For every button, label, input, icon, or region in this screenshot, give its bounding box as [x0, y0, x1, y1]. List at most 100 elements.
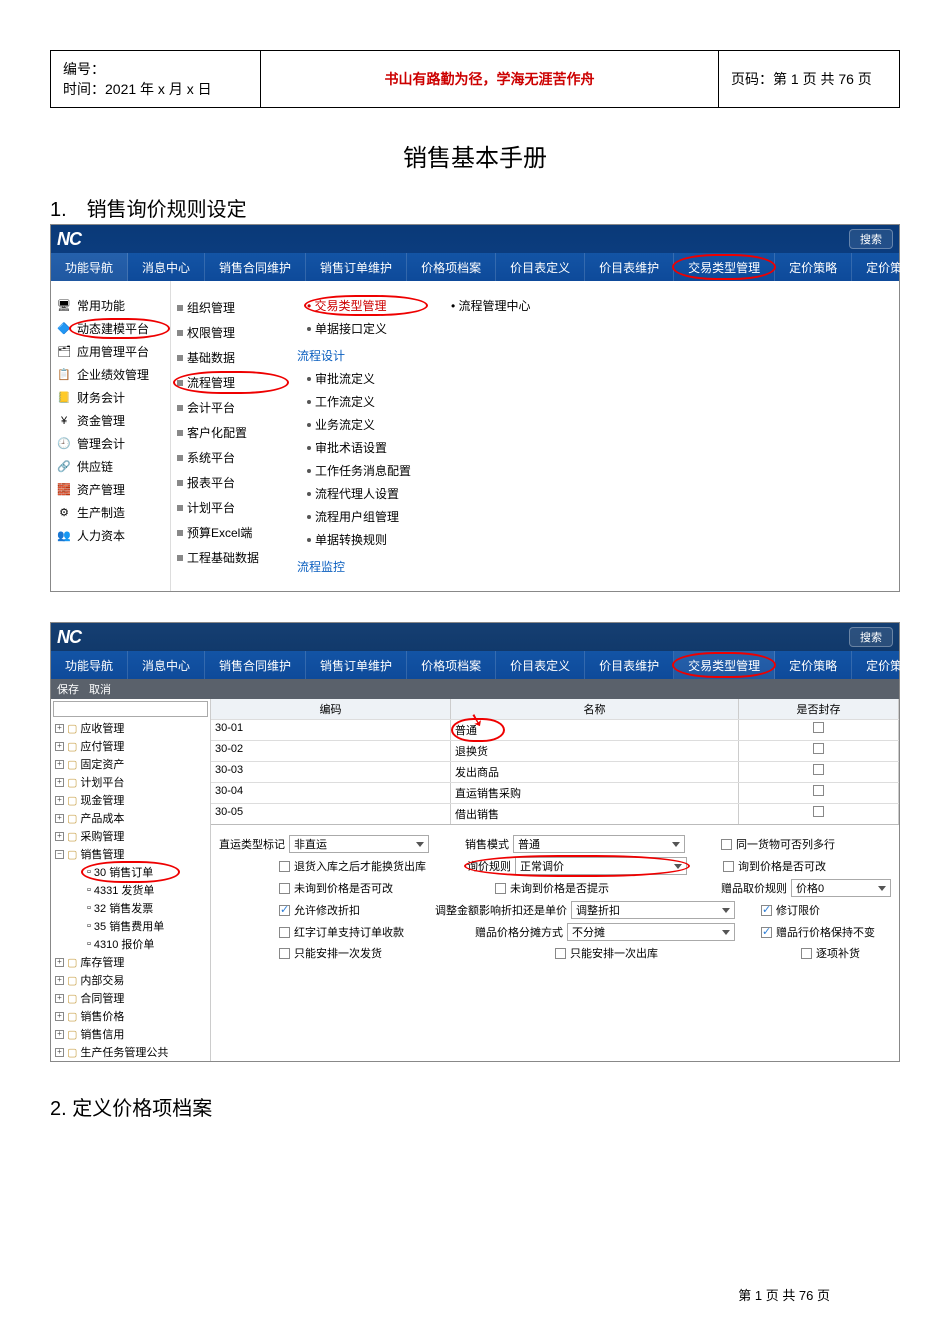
- field-direct-select[interactable]: 非直运: [289, 835, 429, 853]
- expand-icon[interactable]: +: [55, 778, 64, 787]
- menu-sys-platform[interactable]: 系统平台: [177, 449, 285, 466]
- tab-pricing-match[interactable]: 定价策略匹配设置: [852, 651, 950, 679]
- expand-icon[interactable]: +: [55, 760, 64, 769]
- tree-item[interactable]: +▢合同管理: [51, 989, 210, 1007]
- nav-mgmt-acct[interactable]: 🕘管理会计: [57, 435, 164, 452]
- checkbox-fix-price[interactable]: [761, 905, 772, 916]
- checkbox[interactable]: [813, 764, 824, 775]
- tree-item[interactable]: ▫35 销售费用单: [51, 917, 210, 935]
- checkbox-ask-modifiable[interactable]: [723, 861, 734, 872]
- cancel-button[interactable]: 取消: [89, 681, 111, 697]
- menu-task-msg[interactable]: 工作任务消息配置: [307, 462, 425, 479]
- tree-item[interactable]: +▢销售价格: [51, 1007, 210, 1025]
- tab-pricelist-maint[interactable]: 价目表维护: [585, 651, 674, 679]
- tree-item[interactable]: +▢销售信用: [51, 1025, 210, 1043]
- nav-production[interactable]: ⚙生产制造: [57, 504, 164, 521]
- grid-row[interactable]: 30-03 发出商品: [211, 761, 899, 782]
- menu-process-mgmt[interactable]: 流程管理: [177, 374, 285, 391]
- tab-contract[interactable]: 销售合同维护: [205, 253, 306, 281]
- menu-eng-data[interactable]: 工程基础数据: [177, 549, 285, 566]
- field-adjust-select[interactable]: 调整折扣: [571, 901, 735, 919]
- expand-icon[interactable]: +: [55, 814, 64, 823]
- expand-icon[interactable]: +: [55, 1030, 64, 1039]
- menu-basic-data[interactable]: 基础数据: [177, 349, 285, 366]
- checkbox-noask-modifiable[interactable]: [279, 883, 290, 894]
- tab-pricelist-def[interactable]: 价目表定义: [496, 253, 585, 281]
- tree-filter-input[interactable]: [53, 701, 208, 717]
- expand-icon[interactable]: +: [55, 976, 64, 985]
- save-button[interactable]: 保存: [57, 681, 79, 697]
- menu-budget-excel[interactable]: 预算Excel端: [177, 524, 285, 541]
- tab-msg-center[interactable]: 消息中心: [128, 651, 205, 679]
- menu-process-center[interactable]: • 流程管理中心: [451, 297, 879, 314]
- search-button[interactable]: 搜索: [849, 627, 893, 647]
- tree-item[interactable]: +▢固定资产: [51, 755, 210, 773]
- checkbox[interactable]: [813, 785, 824, 796]
- collapse-icon[interactable]: −: [55, 850, 64, 859]
- nav-supply-chain[interactable]: 🔗供应链: [57, 458, 164, 475]
- tree-item[interactable]: +▢生产任务管理公共: [51, 1043, 210, 1061]
- checkbox-sameitem[interactable]: [721, 839, 732, 850]
- expand-icon[interactable]: +: [55, 958, 64, 967]
- checkbox[interactable]: [813, 743, 824, 754]
- nav-common[interactable]: 🖥常用功能: [57, 297, 164, 314]
- checkbox[interactable]: [813, 806, 824, 817]
- tree-item[interactable]: +▢内部交易: [51, 971, 210, 989]
- menu-trans-type-mgmt[interactable]: • 交易类型管理: [307, 297, 425, 314]
- nav-perf[interactable]: 📋企业绩效管理: [57, 366, 164, 383]
- tab-pricelist-def[interactable]: 价目表定义: [496, 651, 585, 679]
- tab-pricing-strategy[interactable]: 定价策略: [775, 253, 852, 281]
- tab-pricing-match[interactable]: 定价策略匹配设置: [852, 253, 950, 281]
- menu-auth[interactable]: 权限管理: [177, 324, 285, 341]
- menu-usergroup[interactable]: 流程用户组管理: [307, 508, 425, 525]
- field-ask-rule-select[interactable]: 正常调价: [515, 857, 687, 875]
- menu-bizflow-def[interactable]: 业务流定义: [307, 416, 425, 433]
- expand-icon[interactable]: +: [55, 1012, 64, 1021]
- menu-acct-platform[interactable]: 会计平台: [177, 399, 285, 416]
- tree-item[interactable]: +▢应付管理: [51, 737, 210, 755]
- checkbox-allow-discount[interactable]: [279, 905, 290, 916]
- field-mode-select[interactable]: 普通: [513, 835, 685, 853]
- menu-workflow-def[interactable]: 工作流定义: [307, 393, 425, 410]
- tab-price-archive[interactable]: 价格项档案: [407, 651, 496, 679]
- nav-asset[interactable]: 🧱资产管理: [57, 481, 164, 498]
- menu-custom[interactable]: 客户化配置: [177, 424, 285, 441]
- tab-msg-center[interactable]: 消息中心: [128, 253, 205, 281]
- nav-model-platform[interactable]: 🔷动态建模平台: [57, 320, 164, 337]
- tab-order[interactable]: 销售订单维护: [306, 253, 407, 281]
- tree-item[interactable]: +▢库存管理: [51, 953, 210, 971]
- tree-item[interactable]: ▫4331 发货单: [51, 881, 210, 899]
- tab-func-nav[interactable]: 功能导航: [51, 253, 128, 281]
- checkbox-out-once[interactable]: [555, 948, 566, 959]
- tree-item-sales[interactable]: −▢销售管理: [51, 845, 210, 863]
- menu-plan[interactable]: 计划平台: [177, 499, 285, 516]
- grid-row[interactable]: 30-05 借出销售: [211, 803, 899, 824]
- tab-price-archive[interactable]: 价格项档案: [407, 253, 496, 281]
- menu-report[interactable]: 报表平台: [177, 474, 285, 491]
- search-button[interactable]: 搜索: [849, 229, 893, 249]
- expand-icon[interactable]: +: [55, 742, 64, 751]
- tab-pricing-strategy[interactable]: 定价策略: [775, 651, 852, 679]
- tree-item[interactable]: +▢产品成本: [51, 809, 210, 827]
- expand-icon[interactable]: +: [55, 832, 64, 841]
- checkbox-red[interactable]: [279, 927, 290, 938]
- menu-agent[interactable]: 流程代理人设置: [307, 485, 425, 502]
- grid-row[interactable]: 30-04 直运销售采购: [211, 782, 899, 803]
- menu-org[interactable]: 组织管理: [177, 299, 285, 316]
- tree-item[interactable]: +▢现金管理: [51, 791, 210, 809]
- field-gift-rule-select[interactable]: 价格0: [791, 879, 891, 897]
- menu-bill-interface[interactable]: 单据接口定义: [307, 320, 425, 337]
- nav-funds[interactable]: ¥资金管理: [57, 412, 164, 429]
- menu-bill-convert[interactable]: 单据转换规则: [307, 531, 425, 548]
- checkbox-ship-once[interactable]: [279, 948, 290, 959]
- tab-order[interactable]: 销售订单维护: [306, 651, 407, 679]
- grid-row[interactable]: 30-02 退换货: [211, 740, 899, 761]
- field-gift-split-select[interactable]: 不分摊: [567, 923, 735, 941]
- checkbox-noask-hint[interactable]: [495, 883, 506, 894]
- checkbox-gift-keep[interactable]: [761, 927, 772, 938]
- menu-approval-def[interactable]: 审批流定义: [307, 370, 425, 387]
- tab-pricelist-maint[interactable]: 价目表维护: [585, 253, 674, 281]
- tree-item[interactable]: ▫32 销售发票: [51, 899, 210, 917]
- expand-icon[interactable]: +: [55, 796, 64, 805]
- tab-func-nav[interactable]: 功能导航: [51, 651, 128, 679]
